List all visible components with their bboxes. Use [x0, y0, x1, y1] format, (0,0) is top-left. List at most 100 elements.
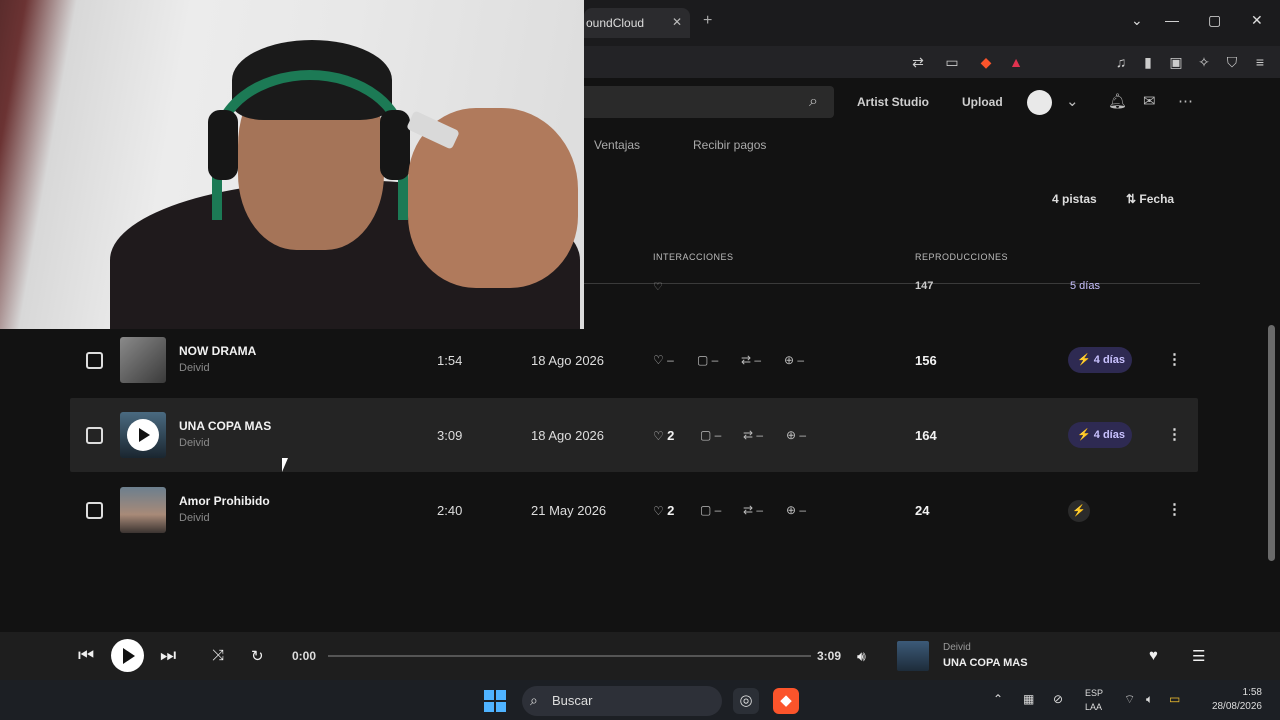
shuffle-icon[interactable]: ⤨ [212, 647, 224, 664]
more-options-icon[interactable]: ⋮ [1167, 425, 1182, 443]
downloads-stat[interactable]: ⊕ – [786, 503, 806, 517]
more-options-icon[interactable]: ⋮ [1167, 500, 1182, 518]
wallet-icon[interactable]: ▣ [1165, 51, 1187, 73]
chevron-down-icon[interactable]: ⌄ [1066, 92, 1079, 110]
queue-icon[interactable]: ☰ [1192, 647, 1205, 665]
column-interactions[interactable]: INTERACCIONES [653, 252, 734, 262]
reposts-stat[interactable]: ⇄ – [743, 428, 763, 442]
tab-close-icon[interactable]: ✕ [672, 15, 682, 29]
track-artist[interactable]: Deivid [179, 362, 210, 374]
more-options-icon[interactable]: ⋯ [1178, 92, 1193, 110]
search-icon[interactable]: ⌕ [809, 93, 818, 111]
downloads-stat[interactable]: ⊕ – [786, 428, 806, 442]
brave-shield-icon[interactable]: ◆ [975, 51, 997, 73]
battery-icon[interactable]: ▭ [1169, 692, 1180, 706]
partial-boost[interactable]: 5 días [1070, 280, 1100, 292]
comments-stat[interactable]: ▢ – [697, 353, 718, 367]
comments-count: – [711, 353, 719, 367]
boost-badge[interactable]: ⚡ 4 días [1068, 347, 1132, 373]
tab-ventajas[interactable]: Ventajas [594, 138, 640, 152]
windows-start-icon[interactable] [484, 690, 506, 712]
clock-date: 28/08/2026 [1211, 701, 1262, 712]
likes-stat[interactable]: ♡ 2 [653, 503, 674, 518]
vpn-icon[interactable]: ⛉ [1221, 51, 1243, 73]
tab-recibir-pagos[interactable]: Recibir pagos [693, 138, 766, 152]
likes-stat[interactable]: ♡ 2 [653, 428, 674, 443]
likes-stat[interactable]: ♡ – [653, 353, 674, 367]
track-title[interactable]: NOW DRAMA [179, 344, 256, 358]
site-search-input[interactable]: ⌕ [584, 86, 834, 118]
taskbar-search-input[interactable]: ⌕ Buscar [522, 686, 722, 716]
music-icon[interactable]: ♫ [1110, 51, 1132, 73]
boost-lightning-icon[interactable]: ⚡ [1068, 500, 1090, 522]
speaker-icon[interactable]: 🔈︎ [1146, 692, 1153, 707]
wifi-icon[interactable]: ⌔ [1124, 692, 1135, 707]
play-icon[interactable] [127, 419, 159, 451]
track-plays: 164 [915, 428, 937, 443]
sort-button[interactable]: ⇅ Fecha [1126, 192, 1174, 206]
tray-network-off-icon[interactable]: ⊘ [1053, 692, 1063, 706]
translate-icon[interactable]: ⇄ [907, 51, 929, 73]
tray-app-icon[interactable]: ▦ [1023, 692, 1034, 706]
progress-bar[interactable] [328, 655, 811, 657]
row-checkbox[interactable] [86, 427, 103, 444]
column-plays[interactable]: REPRODUCCIONES [915, 252, 1008, 262]
track-date: 18 Ago 2026 [531, 353, 605, 368]
cast-icon[interactable]: ▭ [941, 51, 963, 73]
notifications-icon[interactable]: 🔔︎ [1108, 92, 1127, 110]
taskbar-clock[interactable]: 1:58 28/08/2026 [1200, 686, 1262, 714]
now-playing-title[interactable]: UNA COPA MAS [943, 657, 1028, 669]
tab-soundcloud[interactable]: oundCloud ✕ [584, 8, 690, 38]
row-checkbox[interactable] [86, 352, 103, 369]
leo-ai-icon[interactable]: ✧ [1193, 51, 1215, 73]
row-checkbox[interactable] [86, 502, 103, 519]
taskbar-app-icon[interactable]: ◎ [733, 688, 759, 714]
new-tab-button[interactable]: + [703, 12, 712, 30]
table-row[interactable]: Amor Prohibido Deivid 2:40 21 May 2026 ♡… [70, 473, 1198, 547]
boost-badge[interactable]: ⚡ 4 días [1068, 422, 1132, 448]
track-artwork[interactable] [120, 337, 166, 383]
minimize-icon[interactable]: — [1165, 12, 1179, 28]
avatar[interactable] [1027, 90, 1052, 115]
track-artwork[interactable] [120, 412, 166, 458]
menu-icon[interactable]: ≡ [1249, 51, 1271, 73]
track-duration: 2:40 [437, 503, 463, 518]
now-playing-artwork[interactable] [897, 641, 929, 671]
upload-link[interactable]: Upload [962, 95, 1003, 109]
comments-stat[interactable]: ▢ – [700, 503, 721, 517]
partial-like-icon[interactable]: ♡ [653, 280, 663, 293]
tray-chevron-icon[interactable]: ⌃ [993, 692, 1003, 706]
current-time: 0:00 [292, 649, 317, 663]
track-title[interactable]: UNA COPA MAS [179, 419, 271, 433]
artist-studio-link[interactable]: Artist Studio [857, 95, 929, 109]
table-row[interactable]: NOW DRAMA Deivid 1:54 18 Ago 2026 ♡ – ▢ … [70, 323, 1198, 397]
reposts-stat[interactable]: ⇄ – [743, 503, 763, 517]
previous-icon[interactable]: ⏮ [78, 645, 94, 666]
track-artwork[interactable] [120, 487, 166, 533]
play-button[interactable] [111, 639, 144, 672]
keyboard-language[interactable]: ESP LAA [1085, 686, 1103, 714]
more-options-icon[interactable]: ⋮ [1167, 350, 1182, 368]
reposts-stat[interactable]: ⇄ – [741, 353, 761, 367]
downloads-stat[interactable]: ⊕ – [784, 353, 804, 367]
scrollbar-thumb[interactable] [1268, 325, 1275, 561]
like-heart-icon[interactable]: ♥ [1149, 647, 1158, 664]
sidebar-icon[interactable]: ▮ [1137, 51, 1159, 73]
tab-search-icon[interactable]: ⌄ [1131, 12, 1143, 29]
track-artist[interactable]: Deivid [179, 437, 210, 449]
brave-browser-icon[interactable]: ◆ [773, 688, 799, 714]
volume-icon[interactable]: 🔊︎ [857, 648, 866, 665]
comments-stat[interactable]: ▢ – [700, 428, 721, 442]
messages-icon[interactable]: ✉ [1143, 92, 1156, 110]
close-window-icon[interactable]: ✕ [1251, 12, 1263, 29]
next-icon[interactable]: ⏭ [160, 645, 176, 666]
track-title[interactable]: Amor Prohibido [179, 494, 270, 508]
track-artist[interactable]: Deivid [179, 512, 210, 524]
repeat-icon[interactable]: ↻ [251, 647, 264, 665]
maximize-icon[interactable]: ▢ [1208, 12, 1221, 29]
now-playing-artist[interactable]: Deivid [943, 642, 971, 653]
table-row[interactable]: UNA COPA MAS Deivid 3:09 18 Ago 2026 ♡ 2… [70, 398, 1198, 472]
download-icon: ⊕ [786, 428, 800, 442]
brave-rewards-icon[interactable]: ▲ [1005, 51, 1027, 73]
language-code: ESP [1085, 688, 1104, 698]
